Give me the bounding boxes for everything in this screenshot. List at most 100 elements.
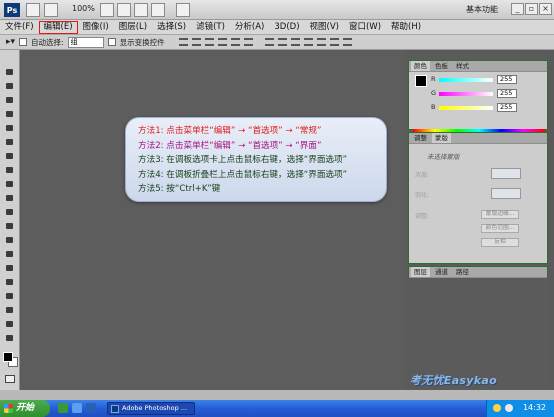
mask-edge-button[interactable]: 蒙版边缘...: [481, 210, 519, 219]
tab-masks[interactable]: 蒙版: [432, 133, 451, 143]
hand-tool-icon[interactable]: [100, 3, 114, 17]
green-slider[interactable]: [439, 92, 493, 96]
move-tool-icon[interactable]: [5, 68, 15, 76]
eraser-tool-icon[interactable]: [5, 208, 15, 216]
tab-layers[interactable]: 图层: [411, 267, 430, 277]
align-bottom-icon[interactable]: [204, 38, 214, 46]
tab-adjustments[interactable]: 调整: [411, 133, 430, 143]
menu-layer[interactable]: 图层(L): [114, 21, 152, 34]
quicklaunch-desktop-icon[interactable]: [58, 403, 68, 413]
feather-field[interactable]: [491, 188, 521, 199]
tab-paths[interactable]: 路径: [453, 267, 472, 277]
menu-help[interactable]: 帮助(H): [386, 21, 426, 34]
taskbar-clock[interactable]: 14:32: [523, 403, 546, 412]
foreground-color-swatch[interactable]: [3, 352, 13, 362]
clone-stamp-tool-icon[interactable]: [5, 180, 15, 188]
dodge-tool-icon[interactable]: [5, 250, 15, 258]
quick-mask-icon[interactable]: [5, 375, 15, 383]
healing-brush-tool-icon[interactable]: [5, 152, 15, 160]
eyedropper-tool-icon[interactable]: [5, 138, 15, 146]
layers-panel: 图层 通道 路径: [408, 266, 548, 278]
menu-analysis[interactable]: 分析(A): [230, 21, 269, 34]
rotate-view-icon[interactable]: [134, 3, 148, 17]
tab-color[interactable]: 颜色: [411, 61, 430, 71]
blur-tool-icon[interactable]: [5, 236, 15, 244]
pen-tool-icon[interactable]: [5, 264, 15, 272]
menu-filter[interactable]: 滤镜(T): [191, 21, 230, 34]
gradient-tool-icon[interactable]: [5, 222, 15, 230]
distribute-bottom-icon[interactable]: [290, 38, 300, 46]
show-transform-checkbox[interactable]: [107, 38, 116, 46]
windows-taskbar: 开始 Adobe Photoshop ... 14:32: [0, 400, 554, 417]
method-2-text: 方法2: 点击菜单栏“编辑” → “首选项” → “界面”: [138, 140, 322, 151]
red-value-field[interactable]: 255: [497, 75, 517, 84]
menu-window[interactable]: 窗口(W): [344, 21, 386, 34]
arrange-documents-icon[interactable]: [151, 3, 165, 17]
green-value-field[interactable]: 255: [497, 89, 517, 98]
work-area[interactable]: [20, 50, 405, 392]
start-button[interactable]: 开始: [0, 400, 50, 417]
quick-select-tool-icon[interactable]: [5, 110, 15, 118]
align-left-icon[interactable]: [217, 38, 227, 46]
red-slider-row: R 255: [431, 75, 547, 85]
invert-button[interactable]: 反相: [481, 238, 519, 247]
quicklaunch-ie-icon[interactable]: [72, 403, 82, 413]
zoom-tool-icon[interactable]: [117, 3, 131, 17]
menu-view[interactable]: 视图(V): [305, 21, 344, 34]
color-range-button[interactable]: 颜色范围...: [481, 224, 519, 233]
quicklaunch-word-icon[interactable]: [86, 403, 96, 413]
blue-value-field[interactable]: 255: [497, 103, 517, 112]
align-top-icon[interactable]: [178, 38, 188, 46]
distribute-right-icon[interactable]: [329, 38, 339, 46]
bridge-icon[interactable]: [26, 3, 40, 17]
auto-select-checkbox[interactable]: [19, 38, 28, 46]
blue-slider[interactable]: [439, 106, 493, 110]
history-brush-tool-icon[interactable]: [5, 194, 15, 202]
close-icon[interactable]: ×: [539, 3, 552, 15]
blue-label: B: [431, 103, 436, 111]
align-vcenter-icon[interactable]: [191, 38, 201, 46]
move-tool-preset-icon[interactable]: ▸▾: [6, 37, 15, 47]
watermark-logo: 考无忧Easykao: [410, 374, 497, 387]
tab-channels[interactable]: 通道: [432, 267, 451, 277]
foreground-swatch[interactable]: [415, 75, 427, 87]
menu-file[interactable]: 文件(F): [0, 21, 39, 34]
auto-align-icon[interactable]: [342, 38, 352, 46]
view-extras-icon[interactable]: [44, 3, 58, 17]
align-right-icon[interactable]: [243, 38, 253, 46]
tab-swatches[interactable]: 色板: [432, 61, 451, 71]
zoom-level[interactable]: 100%: [72, 4, 95, 13]
taskbar-photoshop-button[interactable]: Adobe Photoshop ...: [107, 402, 195, 415]
menu-edit[interactable]: 编辑(E): [38, 20, 78, 34]
brush-tool-icon[interactable]: [5, 166, 15, 174]
align-hcenter-icon[interactable]: [230, 38, 240, 46]
distribute-hcenter-icon[interactable]: [316, 38, 326, 46]
lasso-tool-icon[interactable]: [5, 96, 15, 104]
shape-tool-icon[interactable]: [5, 306, 15, 314]
distribute-top-icon[interactable]: [264, 38, 274, 46]
red-slider[interactable]: [439, 78, 493, 82]
density-field[interactable]: [491, 168, 521, 179]
auto-select-dropdown[interactable]: 组: [67, 36, 104, 48]
menu-3d[interactable]: 3D(D): [269, 21, 304, 34]
zoom-tool-icon[interactable]: [5, 334, 15, 342]
minimize-icon[interactable]: _: [511, 3, 524, 15]
volume-icon[interactable]: [505, 404, 513, 412]
workspace-switcher[interactable]: 基本功能: [466, 4, 498, 15]
crop-tool-icon[interactable]: [5, 124, 15, 132]
menu-select[interactable]: 选择(S): [152, 21, 191, 34]
menu-bar: 文件(F) 编辑(E) 图像(I) 图层(L) 选择(S) 滤镜(T) 分析(A…: [0, 20, 554, 35]
distribute-vcenter-icon[interactable]: [277, 38, 287, 46]
tray-app-icon[interactable]: [493, 404, 501, 412]
green-label: G: [431, 89, 437, 97]
menu-image[interactable]: 图像(I): [78, 21, 114, 34]
red-label: R: [431, 75, 436, 83]
marquee-tool-icon[interactable]: [5, 82, 15, 90]
tab-styles[interactable]: 样式: [453, 61, 472, 71]
distribute-left-icon[interactable]: [303, 38, 313, 46]
type-tool-icon[interactable]: [5, 278, 15, 286]
path-select-tool-icon[interactable]: [5, 292, 15, 300]
screen-mode-icon[interactable]: [176, 3, 190, 17]
restore-icon[interactable]: ▫: [525, 3, 538, 15]
3d-rotate-tool-icon[interactable]: [5, 320, 15, 328]
